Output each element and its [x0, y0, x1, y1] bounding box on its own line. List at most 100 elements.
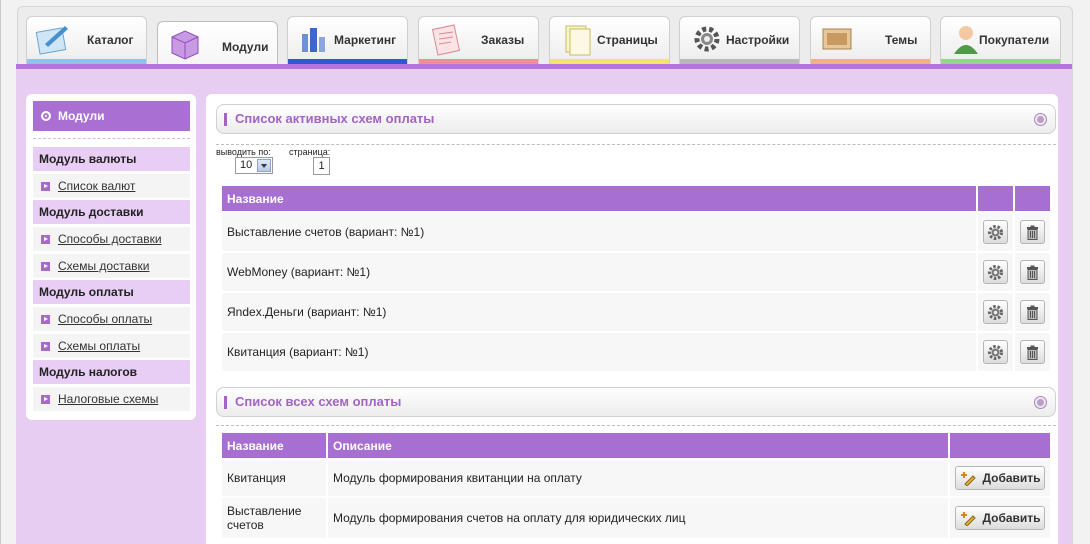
table-row: Выставление счетов (вариант: №1)	[222, 213, 1050, 251]
scheme-description: Модуль формирования квитанции на оплату	[328, 460, 948, 496]
settings-cell	[978, 213, 1013, 251]
settings-button[interactable]	[983, 260, 1008, 284]
pages-icon	[565, 25, 591, 56]
modules-icon	[171, 30, 199, 60]
per-page-select[interactable]: 10	[235, 157, 273, 174]
delete-button[interactable]	[1020, 340, 1045, 364]
sidebar-link[interactable]: Схемы оплаты	[58, 339, 140, 353]
add-button-label: Добавить	[982, 471, 1041, 485]
page-number[interactable]: 1	[313, 157, 330, 175]
page-label: страница:	[289, 147, 331, 157]
delete-button[interactable]	[1020, 300, 1045, 324]
tab-label: Страницы	[597, 33, 658, 47]
tab-label: Модули	[222, 40, 269, 54]
settings-cell	[978, 253, 1013, 291]
delete-button[interactable]	[1020, 260, 1045, 284]
sidebar-item-payment-schemes[interactable]: Схемы оплаты	[33, 334, 190, 358]
table-row: WebMoney (вариант: №1)	[222, 253, 1050, 291]
tab-themes[interactable]: Темы	[810, 16, 931, 64]
scheme-description: Модуль формирования счетов на оплату для…	[328, 498, 948, 538]
delete-cell	[1015, 333, 1050, 371]
settings-icon	[694, 26, 720, 52]
table-row: Выставление счетов Модуль формирования с…	[222, 498, 1050, 538]
sidebar-link[interactable]: Список валют	[58, 179, 135, 193]
arrow-bullet-icon	[41, 342, 50, 351]
arrow-bullet-icon	[41, 235, 50, 244]
scheme-name: Квитанция	[222, 460, 326, 496]
sidebar-item-tax-schemes[interactable]: Налоговые схемы	[33, 387, 190, 411]
settings-button[interactable]	[983, 220, 1008, 244]
action-cell: Добавить	[950, 460, 1050, 496]
tab-catalog[interactable]: Каталог	[26, 16, 147, 64]
chevron-down-icon	[257, 159, 271, 172]
trash-icon	[1027, 265, 1038, 280]
sidebar: Модули Модуль валюты Список валют Модуль…	[26, 94, 196, 420]
tab-pages[interactable]: Страницы	[549, 16, 670, 64]
sidebar-link[interactable]: Способы оплаты	[58, 312, 152, 326]
all-schemes-table: Название Описание Квитанция Модуль форми…	[220, 431, 1052, 540]
delete-cell	[1015, 253, 1050, 291]
sidebar-group-currency: Модуль валюты	[33, 147, 190, 171]
active-schemes-header: Список активных схем оплаты	[216, 104, 1056, 134]
orders-icon	[431, 24, 461, 56]
section-title: Список активных схем оплаты	[235, 111, 435, 126]
delete-cell	[1015, 213, 1050, 251]
sidebar-link[interactable]: Налоговые схемы	[58, 392, 158, 406]
add-button-label: Добавить	[982, 511, 1041, 525]
header-marker	[224, 113, 227, 126]
tab-marketing[interactable]: Маркетинг	[287, 16, 408, 64]
tab-orders[interactable]: Заказы	[418, 16, 539, 64]
scheme-name: Выставление счетов (вариант: №1)	[222, 213, 976, 251]
gear-icon	[988, 345, 1003, 360]
column-header-action	[950, 433, 1050, 458]
tab-label: Настройки	[726, 33, 790, 47]
tab-customers[interactable]: Покупатели	[940, 16, 1061, 64]
column-header-description: Описание	[328, 433, 948, 458]
settings-cell	[978, 333, 1013, 371]
tab-label: Маркетинг	[334, 33, 397, 47]
scheme-name: WebMoney (вариант: №1)	[222, 253, 976, 291]
divider	[216, 144, 1056, 145]
sidebar-link[interactable]: Способы доставки	[58, 232, 162, 246]
collapse-toggle-icon[interactable]	[1035, 114, 1046, 125]
sidebar-item-delivery-methods[interactable]: Способы доставки	[33, 227, 190, 251]
column-header-name: Название	[222, 186, 976, 211]
table-row: Яndex.Деньги (вариант: №1)	[222, 293, 1050, 331]
all-schemes-header: Список всех схем оплаты	[216, 387, 1056, 417]
add-button[interactable]: Добавить	[955, 506, 1045, 530]
gear-icon	[988, 305, 1003, 320]
sidebar-item-payment-methods[interactable]: Способы оплаты	[33, 307, 190, 331]
arrow-bullet-icon	[41, 315, 50, 324]
main-panel: Список активных схем оплаты выводить по:…	[206, 94, 1058, 544]
settings-button[interactable]	[983, 340, 1008, 364]
add-edit-icon	[961, 472, 976, 486]
column-header-delete	[1015, 186, 1050, 211]
column-header-name: Название	[222, 433, 326, 458]
scheme-name: Яndex.Деньги (вариант: №1)	[222, 293, 976, 331]
arrow-bullet-icon	[41, 395, 50, 404]
add-button[interactable]: Добавить	[955, 466, 1045, 490]
table-row: Квитанция Модуль формирования квитанции …	[222, 460, 1050, 496]
header-marker	[224, 396, 227, 409]
sidebar-item-currency-list[interactable]: Список валют	[33, 174, 190, 198]
column-header-settings	[978, 186, 1013, 211]
trash-icon	[1027, 345, 1038, 360]
main-tabs: Каталог Модули Маркетинг Заказы Страницы…	[26, 16, 1066, 79]
settings-button[interactable]	[983, 300, 1008, 324]
active-schemes-table: Название Выставление счетов (вариант: №1…	[220, 184, 1052, 373]
sidebar-group-payment: Модуль оплаты	[33, 280, 190, 304]
arrow-bullet-icon	[41, 182, 50, 191]
delete-button[interactable]	[1020, 220, 1045, 244]
per-page-label: выводить по:	[216, 147, 271, 157]
sidebar-group-tax: Модуль налогов	[33, 360, 190, 384]
divider	[216, 425, 1056, 426]
collapse-toggle-icon[interactable]	[1035, 397, 1046, 408]
delete-cell	[1015, 293, 1050, 331]
tab-settings[interactable]: Настройки	[679, 16, 800, 64]
tab-label: Каталог	[87, 33, 134, 47]
sidebar-item-delivery-schemes[interactable]: Схемы доставки	[33, 254, 190, 278]
gear-icon	[988, 265, 1003, 280]
sidebar-link[interactable]: Схемы доставки	[58, 259, 149, 273]
bullet-icon	[41, 111, 51, 121]
themes-icon	[822, 28, 852, 50]
